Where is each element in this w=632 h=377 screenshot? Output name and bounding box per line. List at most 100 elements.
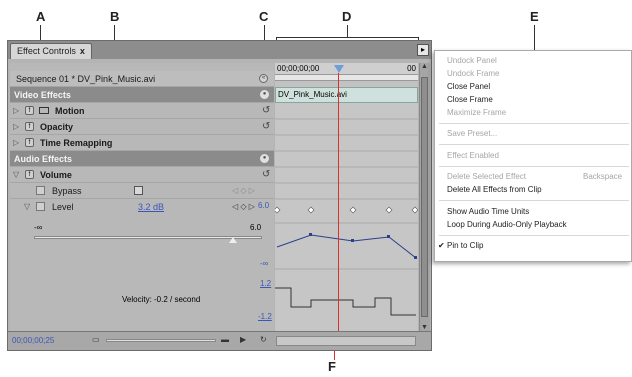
callout-b: B [110,9,120,24]
graph-bottom-value: -∞ [260,259,269,268]
level-slider-area: -∞ 6.0 6.0 -∞ [10,201,274,268]
opacity-label: Opacity [40,122,74,132]
play-audio-icon[interactable]: ▶ [240,335,246,344]
keyframe-diamond [411,206,418,214]
playhead-line[interactable] [338,73,339,331]
panel-menu-button[interactable]: ▸ [417,44,429,56]
callout-d-bracket [276,37,419,38]
callout-f: F [328,359,336,374]
keyframe-diamond [349,206,357,214]
scroll-up-arrow[interactable]: ▲ [421,63,428,70]
menu-separator [439,123,629,124]
effect-row-volume[interactable]: ▽ f Volume ↺ [10,167,274,183]
collapse-triangle-icon[interactable]: ▽ [24,199,30,215]
current-time-display[interactable]: 00;00;00;25 [12,336,54,345]
level-slider-thumb[interactable] [229,237,237,243]
stopwatch-icon[interactable] [36,202,45,211]
property-row-level: ▽ Level 3.2 dB ◁ ◇ ▷ [10,199,274,223]
velocity-text: Velocity: -0.2 / second [122,295,201,304]
value-point [387,235,390,238]
level-label: Level [52,202,74,212]
menu-delete-all-effects[interactable]: Delete All Effects from Clip [447,185,542,194]
reset-icon[interactable]: ↺ [262,103,270,119]
vertical-scrollbar[interactable]: ▲ ▼ [419,63,430,331]
expand-triangle-icon[interactable]: ▷ [13,103,19,119]
menu-effect-enabled[interactable]: Effect Enabled [447,151,499,160]
velocity-line [275,287,416,316]
collapse-triangle-icon[interactable]: ▽ [13,167,19,183]
keyframe-graph [275,118,418,316]
menu-show-audio-time-units[interactable]: Show Audio Time Units [447,207,529,216]
fx-toggle-icon[interactable]: f [25,138,34,147]
scroll-down-arrow[interactable]: ▼ [421,324,428,331]
zoom-slider[interactable] [106,339,216,342]
audio-effects-icon: ● [260,154,269,163]
slider-min-label: -∞ [34,223,43,232]
show-hide-timeline-button[interactable]: « [259,74,268,83]
menu-save-preset[interactable]: Save Preset... [447,129,497,138]
stopwatch-icon[interactable] [36,186,45,195]
reset-icon[interactable]: ↺ [262,167,270,183]
fx-toggle-icon[interactable]: f [25,106,34,115]
video-effects-icon: ● [260,90,269,99]
tab-close-icon[interactable]: x [80,46,85,56]
loop-audio-icon[interactable]: ↻ [260,335,267,344]
panel-flyout-menu: Undock Panel Undock Frame Close Panel Cl… [434,50,632,262]
expand-triangle-icon[interactable]: ▷ [13,119,19,135]
level-slider-track[interactable] [34,236,262,239]
expand-triangle-icon[interactable]: ▷ [13,135,19,151]
menu-delete-selected-effect[interactable]: Delete Selected Effect [447,172,526,181]
fx-toggle-icon[interactable]: f [25,122,34,131]
panel-footer: 00;00;00;25 ▭ ▬ ▶ ↻ [8,331,431,350]
velocity-area: 1.2 Velocity: -0.2 / second -1.2 [10,279,274,329]
time-remapping-label: Time Remapping [40,138,113,148]
menu-separator [439,166,629,167]
bypass-checkbox[interactable] [134,186,143,195]
velocity-bottom-value: -1.2 [258,312,272,321]
menu-loop-audio-playback[interactable]: Loop During Audio-Only Playback [447,220,567,229]
value-point [414,256,417,259]
checkmark-icon: ✔ [438,241,445,250]
callout-a: A [36,9,46,24]
callout-e: E [530,9,539,24]
menu-undock-frame[interactable]: Undock Frame [447,69,499,78]
video-effects-label: Video Effects [14,90,71,100]
tab-label: Effect Controls [17,46,76,56]
keyframe-diamond [275,206,281,214]
menu-separator [439,144,629,145]
keyframe-nav-icon: ◁ ◇ ▷ [232,186,255,195]
scroll-thumb[interactable] [421,77,428,317]
fx-toggle-icon[interactable]: f [25,170,34,179]
sequence-label: Sequence 01 * DV_Pink_Music.avi [16,74,156,84]
audio-effects-header: Audio Effects ● [10,151,274,167]
zoom-in-icon[interactable]: ▬ [221,335,229,344]
effect-row-opacity[interactable]: ▷ f Opacity ↺ [10,119,274,135]
property-row-bypass: Bypass ◁ ◇ ▷ [10,183,274,199]
flyout-arrow-icon: ▸ [420,45,425,54]
effect-row-motion[interactable]: ▷ f Motion ↺ [10,103,274,119]
menu-pin-to-clip[interactable]: Pin to Clip [447,241,483,250]
reset-icon[interactable]: ↺ [262,119,270,135]
menu-close-panel[interactable]: Close Panel [447,82,490,91]
playhead-handle[interactable] [334,65,344,73]
horizontal-scrollbar[interactable] [276,336,416,346]
effect-row-time-remapping[interactable]: ▷ f Time Remapping [10,135,274,151]
keyframe-diamond [307,206,315,214]
tab-effect-controls[interactable]: Effect Controls x [10,43,92,59]
menu-separator [439,200,629,201]
slider-max-label: 6.0 [250,223,262,232]
level-value[interactable]: 3.2 dB [138,199,164,215]
menu-maximize-frame[interactable]: Maximize Frame [447,108,506,117]
zoom-out-icon[interactable]: ▭ [92,335,100,344]
callout-f-line [334,350,335,360]
audio-effects-label: Audio Effects [14,154,73,164]
keyframe-diamond [385,206,393,214]
motion-label: Motion [55,106,85,116]
menu-close-frame[interactable]: Close Frame [447,95,493,104]
menu-undock-panel[interactable]: Undock Panel [447,56,497,65]
level-value-line [276,234,417,259]
keyframe-nav-icon[interactable]: ◁ ◇ ▷ [232,199,255,215]
menu-delete-shortcut: Backspace [583,172,623,181]
sequence-row: Sequence 01 * DV_Pink_Music.avi « [10,71,274,87]
value-point [351,239,354,242]
